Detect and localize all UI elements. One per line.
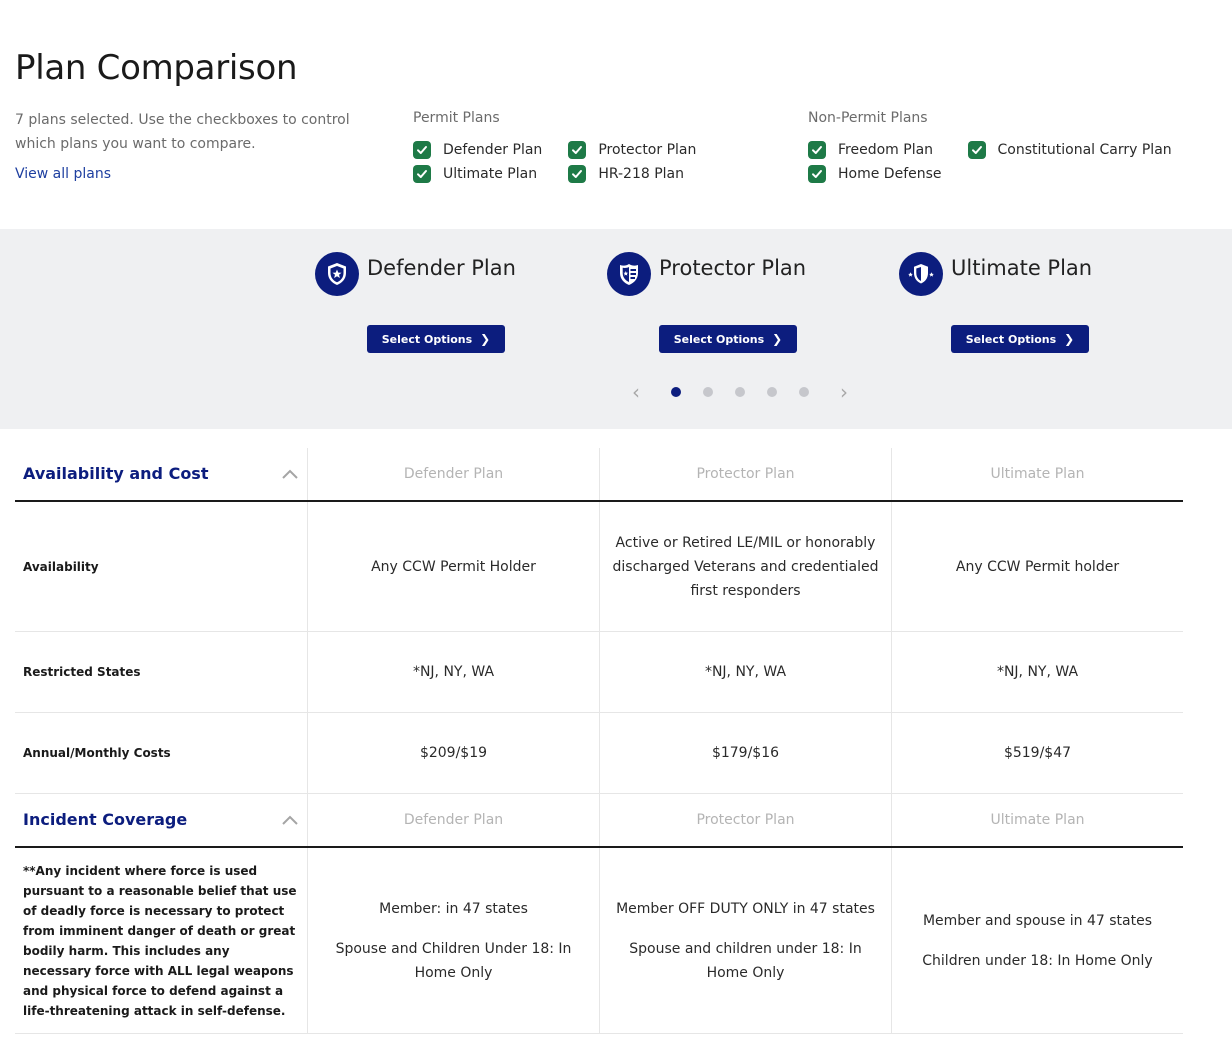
select-options-button-defender[interactable]: Select Options ❯ (367, 325, 505, 353)
checkbox-hr218-plan[interactable]: HR-218 Plan (568, 164, 696, 184)
chevron-right-icon: ❯ (1064, 332, 1075, 346)
table-cell: Member and spouse in 47 states Children … (891, 848, 1183, 1033)
police-shield-icon (607, 252, 651, 296)
plan-name: Defender Plan (367, 256, 516, 280)
chevron-right-icon: ❯ (480, 332, 491, 346)
table-cell: Member: in 47 states Spouse and Children… (307, 848, 599, 1033)
table-row: Annual/Monthly Costs $209/$19 $179/$16 $… (15, 713, 1183, 794)
column-header: Protector Plan (599, 794, 891, 846)
column-header: Defender Plan (307, 794, 599, 846)
table-cell: *NJ, NY, WA (307, 632, 599, 712)
carousel-prev-icon[interactable]: ‹ (626, 382, 646, 402)
selection-summary: 7 plans selected. Use the checkboxes to … (15, 112, 350, 152)
table-cell: $209/$19 (307, 713, 599, 793)
checkbox-protector-plan[interactable]: Protector Plan (568, 140, 696, 160)
permit-plans-filter: Permit Plans Defender Plan Protector Pla… (413, 108, 696, 184)
section-toggle-incident[interactable]: Incident Coverage (15, 794, 307, 846)
checkbox-checked-icon (413, 165, 431, 183)
column-header: Ultimate Plan (891, 448, 1183, 500)
checkbox-checked-icon (967, 141, 986, 159)
plan-name: Protector Plan (659, 256, 807, 280)
row-label: Availability (23, 559, 99, 574)
checkbox-home-defense[interactable]: Home Defense (808, 164, 942, 184)
section-header-availability: Availability and Cost Defender Plan Prot… (15, 448, 1183, 502)
table-cell: *NJ, NY, WA (599, 632, 891, 712)
plan-card-ultimate: Ultimate Plan Select Options ❯ (899, 252, 1159, 353)
checkbox-checked-icon (568, 141, 587, 159)
checkbox-checked-icon (568, 165, 587, 183)
table-row: **Any incident where force is used pursu… (15, 848, 1183, 1034)
column-header: Defender Plan (307, 448, 599, 500)
row-label: Annual/Monthly Costs (23, 746, 171, 760)
table-cell: Any CCW Permit holder (891, 502, 1183, 631)
pager-dot-3[interactable] (735, 387, 745, 397)
table-cell: Active or Retired LE/MIL or honorably di… (599, 502, 891, 631)
chevron-up-icon (282, 815, 298, 825)
table-cell: *NJ, NY, WA (891, 632, 1183, 712)
checkbox-checked-icon (808, 165, 826, 183)
plan-header-band: Defender Plan Select Options ❯ Protector … (0, 229, 1232, 429)
checkbox-checked-icon (413, 141, 431, 159)
pager-dot-1[interactable] (671, 387, 681, 397)
chevron-right-icon: ❯ (772, 332, 783, 346)
page-title: Plan Comparison (15, 48, 298, 88)
plan-name: Ultimate Plan (951, 256, 1093, 280)
table-cell: Member OFF DUTY ONLY in 47 states Spouse… (599, 848, 891, 1033)
star-shield-icon (899, 252, 943, 296)
chevron-up-icon (282, 469, 298, 479)
table-row: Restricted States *NJ, NY, WA *NJ, NY, W… (15, 632, 1183, 713)
checkbox-ultimate-plan[interactable]: Ultimate Plan (413, 164, 542, 184)
plan-card-defender: Defender Plan Select Options ❯ (315, 252, 575, 353)
pager-dot-5[interactable] (799, 387, 809, 397)
table-cell: $179/$16 (599, 713, 891, 793)
permit-plans-title: Permit Plans (413, 110, 500, 126)
section-toggle-availability[interactable]: Availability and Cost (15, 448, 307, 500)
pager-dot-4[interactable] (767, 387, 777, 397)
checkbox-constitutional-carry-plan[interactable]: Constitutional Carry Plan (967, 140, 1172, 160)
checkbox-checked-icon (808, 141, 826, 159)
column-header: Ultimate Plan (891, 794, 1183, 846)
view-all-plans-link[interactable]: View all plans (15, 166, 111, 182)
non-permit-plans-title: Non-Permit Plans (808, 110, 928, 126)
pager-dot-2[interactable] (703, 387, 713, 397)
select-options-button-protector[interactable]: Select Options ❯ (659, 325, 797, 353)
shield-star-icon (315, 252, 359, 296)
checkbox-freedom-plan[interactable]: Freedom Plan (808, 140, 942, 160)
row-label: **Any incident where force is used pursu… (23, 863, 297, 1018)
checkbox-defender-plan[interactable]: Defender Plan (413, 140, 542, 160)
table-cell: Any CCW Permit Holder (307, 502, 599, 631)
comparison-table: Availability and Cost Defender Plan Prot… (15, 448, 1183, 1034)
carousel-next-icon[interactable]: › (834, 382, 854, 402)
table-cell: $519/$47 (891, 713, 1183, 793)
table-row: Availability Any CCW Permit Holder Activ… (15, 502, 1183, 632)
row-label: Restricted States (23, 665, 141, 679)
select-options-button-ultimate[interactable]: Select Options ❯ (951, 325, 1089, 353)
column-header: Protector Plan (599, 448, 891, 500)
section-header-incident: Incident Coverage Defender Plan Protecto… (15, 794, 1183, 848)
plan-card-protector: Protector Plan Select Options ❯ (607, 252, 867, 353)
non-permit-plans-filter: Non-Permit Plans Freedom Plan Constituti… (808, 108, 1172, 184)
carousel-pager: ‹ › (626, 382, 854, 402)
